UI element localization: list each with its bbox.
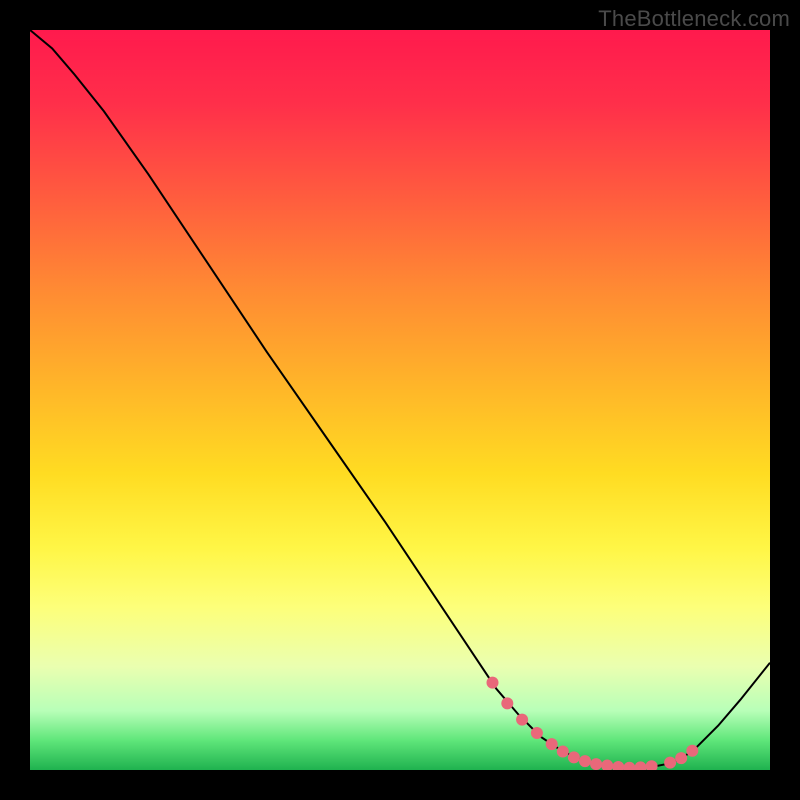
highlight-dot: [546, 738, 558, 750]
highlight-dot: [579, 755, 591, 767]
highlight-dot: [557, 746, 569, 758]
plot-area: [30, 30, 770, 770]
highlight-dot: [686, 745, 698, 757]
highlight-dot: [664, 757, 676, 769]
gradient-background: [30, 30, 770, 770]
highlight-dot: [516, 714, 528, 726]
watermark-label: TheBottleneck.com: [598, 6, 790, 32]
highlight-dot: [675, 752, 687, 764]
highlight-dot: [501, 697, 513, 709]
chart-container: TheBottleneck.com: [0, 0, 800, 800]
chart-svg: [30, 30, 770, 770]
highlight-dot: [590, 758, 602, 770]
highlight-dot: [568, 751, 580, 763]
highlight-dot: [531, 727, 543, 739]
highlight-dot: [487, 677, 499, 689]
